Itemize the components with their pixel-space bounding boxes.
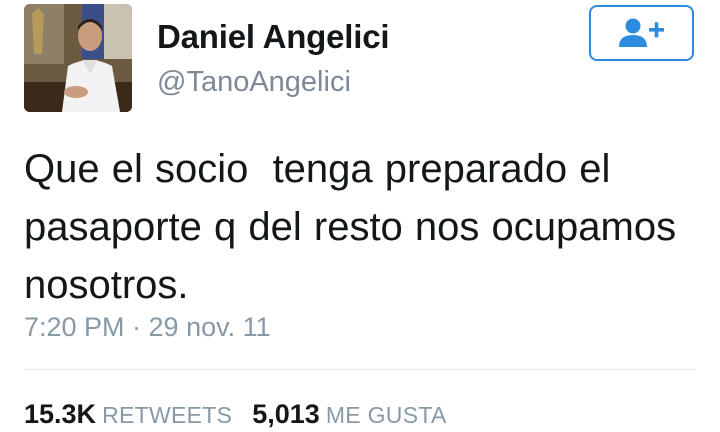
add-user-icon <box>618 18 664 47</box>
divider <box>24 369 696 370</box>
retweets-label: RETWEETS <box>102 402 233 428</box>
retweets-stat[interactable]: 15.3K RETWEETS <box>24 399 232 430</box>
display-name[interactable]: Daniel Angelici <box>157 18 390 56</box>
retweets-count: 15.3K <box>24 399 97 429</box>
likes-stat[interactable]: 5,013 ME GUSTA <box>252 399 446 430</box>
tweet-text: Que el socio tenga preparado el pasaport… <box>24 147 677 307</box>
likes-label: ME GUSTA <box>325 402 447 428</box>
tweet-stats: 15.3K RETWEETS 5,013 ME GUSTA <box>24 399 467 430</box>
user-handle[interactable]: @TanoAngelici <box>157 66 351 99</box>
avatar[interactable] <box>24 4 132 112</box>
avatar-photo-icon <box>24 4 132 112</box>
tweet-timestamp[interactable]: 7:20 PM · 29 nov. 11 <box>24 312 271 343</box>
follow-button[interactable] <box>589 5 694 61</box>
likes-count: 5,013 <box>252 399 320 429</box>
tweet-card: Daniel Angelici @TanoAngelici Que el soc… <box>0 0 720 432</box>
